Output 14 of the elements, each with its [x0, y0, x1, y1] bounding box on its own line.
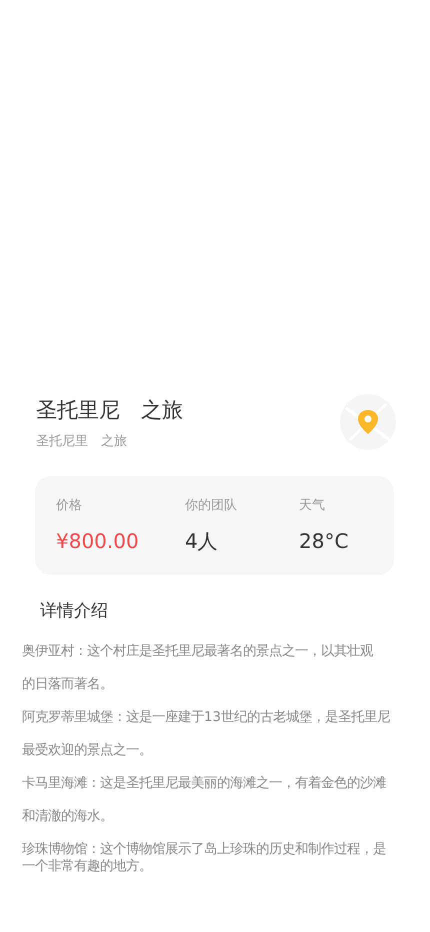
stat-label: 价格 [56, 497, 83, 515]
paragraph: 阿克罗蒂里城堡：这是一座建于13世纪的古老城堡，是圣托里尼 最受欢迎的景点之一。 [22, 708, 391, 760]
stat-label: 天气 [299, 497, 326, 515]
stat-value: ¥800.00 [56, 528, 140, 554]
stat-label: 你的团队 [185, 497, 238, 515]
map-pin-icon[interactable] [340, 394, 396, 450]
section-heading: 详情介绍 [40, 600, 109, 623]
stat-value: 28°C [299, 528, 350, 554]
paragraph: 奥伊亚村：这个村庄是圣托里尼最著名的景点之一，以其壮观 的日落而著名。 [22, 642, 374, 694]
paragraph: 卡马里海滩：这是圣托里尼最美丽的海滩之一，有着金色的沙滩 和清澈的海水。 [22, 774, 387, 826]
paragraph: 珍珠博物馆：这个博物馆展示了岛上珍珠的历史和制作过程，是 一个非常有趣的地方。 [22, 841, 387, 875]
trip-title: 圣托里尼 之旅 [36, 397, 183, 424]
stat-value: 4人 [185, 528, 219, 554]
trip-subtitle: 圣托尼里 之旅 [36, 433, 128, 451]
